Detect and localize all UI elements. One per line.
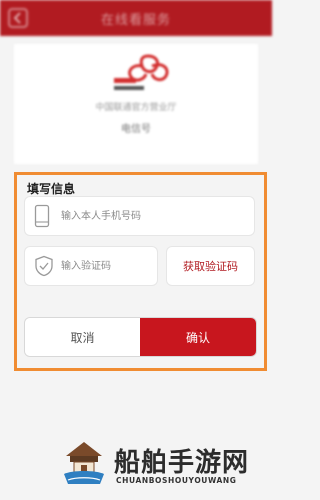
section-title: 填写信息 [27,182,76,196]
fill-info-panel: 填写信息 获取验证码 取消 确认 [14,172,267,371]
get-code-button[interactable]: 获取验证码 [167,247,254,285]
watermark-subtitle: CHUANBOSHOUYOUWANG [116,476,237,485]
phone-input-box[interactable] [25,197,254,235]
verification-code-input[interactable] [61,247,153,285]
page-title: 在线看服务 [100,12,171,28]
code-input-box[interactable] [25,247,157,285]
card-label: 电信号 [121,124,151,135]
action-buttons: 取消 确认 [25,318,256,356]
card-subtitle: 中国联通官方营业厅 [95,103,177,113]
phone-icon [34,204,50,228]
site-watermark: 船舶手游网 CHUANBOSHOUYOUWANG [62,440,272,492]
pagoda-logo-icon [64,442,104,484]
top-bar: 在线看服务 [0,0,272,36]
confirm-button[interactable]: 确认 [140,318,256,356]
phone-number-input[interactable] [61,197,250,235]
service-card: 中国联通官方营业厅 电信号 [14,44,258,164]
watermark-title: 船舶手游网 [114,448,250,478]
cancel-button[interactable]: 取消 [25,318,140,356]
china-unicom-logo [114,54,169,90]
shield-check-icon [35,255,53,277]
back-icon[interactable] [8,8,28,28]
